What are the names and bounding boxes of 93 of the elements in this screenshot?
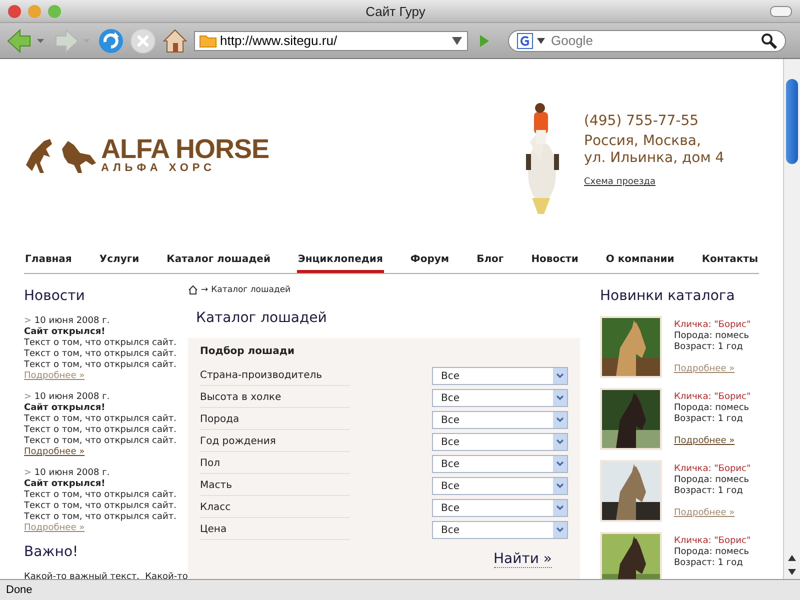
filter-label: Год рождения: [200, 432, 350, 452]
nav-link[interactable]: Каталог лошадей: [166, 253, 272, 267]
marker: >: [24, 392, 32, 402]
filter-select[interactable]: Все: [432, 411, 568, 429]
dropdown-caret-icon[interactable]: [451, 36, 463, 46]
filter-label: Страна-производитель: [200, 366, 350, 386]
news-text: Текст о том, что открылся сайт.: [24, 360, 178, 371]
more-link[interactable]: Подробнее »: [24, 523, 85, 534]
horse-age: Возраст: 1 год: [674, 486, 744, 497]
filter-select[interactable]: Все: [432, 499, 568, 517]
horse-breed: Порода: помесь: [674, 403, 750, 414]
marker: >: [24, 468, 32, 478]
filter-select[interactable]: Все: [432, 477, 568, 495]
search-input[interactable]: Google: [549, 32, 757, 49]
filter-select[interactable]: Все: [432, 521, 568, 539]
news-text: Текст о том, что открылся сайт.: [24, 501, 178, 512]
window-title: Сайт Гуру: [364, 4, 426, 18]
news-date: 10 июня 2008 г.: [34, 392, 110, 402]
more-link[interactable]: Подробнее »: [674, 508, 751, 519]
news-date: 10 июня 2008 г.: [34, 468, 110, 478]
filter-select[interactable]: Все: [432, 433, 568, 451]
phone-number: (495) 755-77-55: [584, 113, 700, 129]
home-icon[interactable]: [188, 285, 198, 295]
nav-link[interactable]: Форум: [409, 253, 450, 267]
marker: >: [24, 316, 32, 326]
catalog-heading: Каталог лошадей: [196, 310, 328, 326]
back-arrow-icon[interactable]: [6, 28, 46, 54]
close-button[interactable]: [8, 4, 21, 18]
nav-link[interactable]: Новости: [530, 253, 580, 267]
address-line: Россия, Москва,: [584, 133, 702, 150]
filter-label: Порода: [200, 410, 350, 430]
horse-name: Кличка: "Борис": [674, 320, 751, 331]
find-button[interactable]: Найти »: [494, 551, 552, 568]
horse-name: Кличка: "Борис": [674, 464, 751, 475]
news-text: Текст о том, что открылся сайт.: [24, 349, 178, 360]
logo-subtitle: АЛЬФА ХОРС: [101, 163, 216, 174]
caret-icon[interactable]: [537, 38, 545, 44]
news-text: Текст о том, что открылся сайт.: [24, 338, 178, 349]
nav-link[interactable]: Главная: [24, 253, 73, 267]
news-text: Текст о том, что открылся сайт.: [24, 436, 178, 447]
nav-link[interactable]: Услуги: [98, 253, 140, 267]
address-field[interactable]: http://www.sitegu.ru/: [194, 30, 468, 50]
nav-link[interactable]: Энциклопедия: [297, 253, 384, 273]
news-heading: Новости: [24, 288, 86, 304]
new-items-heading: Новинки каталога: [600, 288, 736, 304]
search-box[interactable]: Google: [508, 30, 786, 52]
horse-age: Возраст: 1 год: [674, 558, 744, 569]
horse-breed: Порода: помесь: [674, 331, 750, 342]
stop-icon[interactable]: [130, 28, 156, 54]
horse-breed: Порода: помесь: [674, 547, 750, 558]
map-link[interactable]: Схема проезда: [584, 177, 759, 187]
filter-title: Подбор лошади: [200, 346, 296, 357]
horse-name: Кличка: "Борис": [674, 392, 751, 403]
nav-link[interactable]: Блог: [476, 253, 505, 267]
scrollbar-thumb[interactable]: [786, 79, 798, 164]
breadcrumb-separator: →: [201, 285, 208, 295]
status-text: Done: [6, 584, 32, 596]
search-engine-icon[interactable]: [517, 32, 533, 48]
horse-age: Возраст: 1 год: [674, 414, 744, 425]
news-date: 10 июня 2008 г.: [34, 316, 110, 326]
news-text: Текст о том, что открылся сайт.: [24, 512, 178, 523]
news-text: Текст о том, что открылся сайт.: [24, 490, 178, 501]
nav-link[interactable]: О компании: [604, 253, 676, 267]
filter-label: Цена: [200, 520, 350, 540]
breadcrumb-current: Каталог лошадей: [211, 285, 291, 295]
horse-age: Возраст: 1 год: [674, 342, 744, 353]
folder-icon: [199, 34, 217, 48]
filter-label: Масть: [200, 476, 350, 496]
news-headline: Сайт открылся!: [24, 479, 106, 490]
toolbar-toggle-button[interactable]: [770, 6, 792, 16]
news-headline: Сайт открылся!: [24, 403, 106, 414]
news-text: Текст о том, что открылся сайт.: [24, 414, 178, 425]
nav-link[interactable]: Контакты: [700, 253, 759, 267]
important-heading: Важно!: [24, 544, 80, 560]
horse-breed: Порода: помесь: [674, 475, 750, 486]
more-link[interactable]: Подробнее »: [674, 436, 751, 447]
search-icon[interactable]: [761, 32, 777, 48]
logo-title: ALFA HORSE: [101, 136, 270, 163]
filter-label: Пол: [200, 454, 350, 474]
filter-select[interactable]: Все: [432, 367, 568, 385]
filter-select[interactable]: Все: [432, 455, 568, 473]
more-link[interactable]: Подробнее »: [674, 364, 751, 375]
reload-icon[interactable]: [98, 28, 124, 54]
news-headline: Сайт открылся!: [24, 327, 106, 338]
filter-select[interactable]: Все: [432, 389, 568, 407]
horse-name: Кличка: "Борис": [674, 536, 751, 547]
more-link[interactable]: Подробнее »: [24, 447, 85, 458]
scrollbar[interactable]: [783, 59, 800, 579]
address-line: ул. Ильинка, дом 4: [584, 150, 726, 167]
filter-label: Высота в холке: [200, 388, 350, 408]
news-text: Текст о том, что открылся сайт.: [24, 425, 178, 436]
filter-label: Класс: [200, 498, 350, 518]
more-link[interactable]: Подробнее »: [24, 371, 85, 382]
